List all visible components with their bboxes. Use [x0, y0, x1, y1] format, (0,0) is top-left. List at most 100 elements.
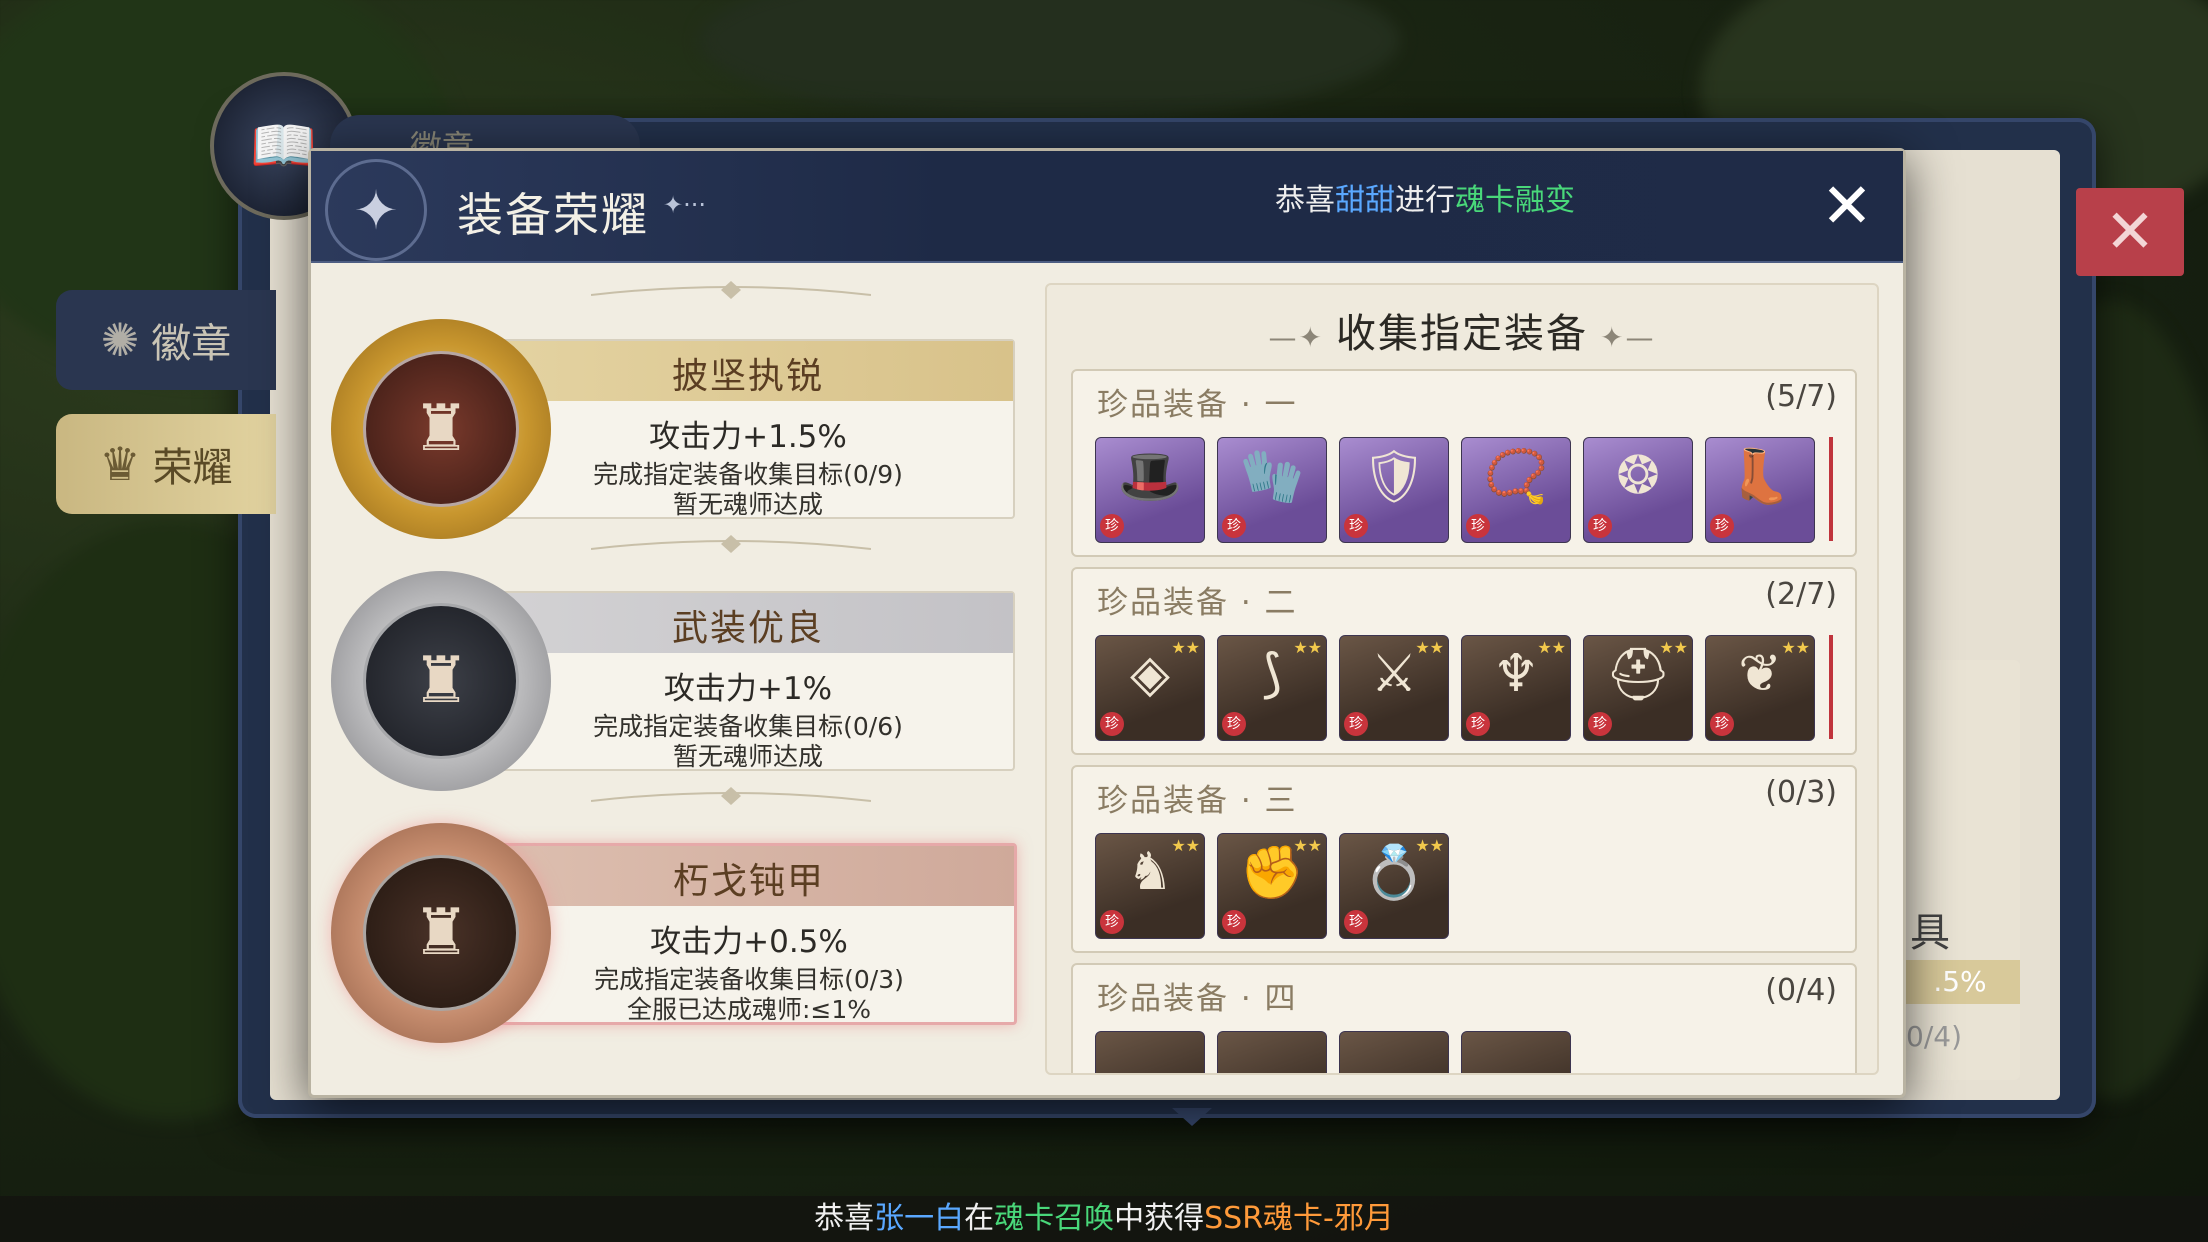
rare-tag: 珍: [1222, 910, 1246, 934]
item-row: ★★ ◈ 珍 ★★ ⟆ 珍 ★★ ⚔ 珍 ★★ ♆ 珍 ★★ ⛑ 珍 ★★ ❦ 珍: [1095, 635, 1815, 741]
side-tab-badge[interactable]: ✺ 徽章: [56, 290, 276, 390]
notice-action: 进行: [1395, 183, 1455, 218]
tier-bonus: 攻击力+1%: [663, 671, 833, 707]
broadcast-banner: 恭喜张一白在魂卡召唤中获得SSR魂卡-邪月: [0, 1196, 2208, 1242]
equipment-set: 珍品装备 · 三 (0/3) ★★ ♞ 珍 ★★ ✊ 珍 ★★ 💍 珍: [1071, 765, 1857, 953]
modal-title: 装备荣耀: [457, 188, 649, 242]
tier-card: 披坚执锐 攻击力+1.5% 完成指定装备收集目标(0/9) 暂无魂师达成: [481, 339, 1015, 519]
set-name: 珍品装备 · 四: [1097, 981, 1298, 1017]
tier-name: 朽戈钝甲: [672, 861, 825, 902]
rare-tag: 珍: [1100, 712, 1124, 736]
rare-tag: 珍: [1588, 712, 1612, 736]
equipment-set: 珍品装备 · 二 (2/7) ★★ ◈ 珍 ★★ ⟆ 珍 ★★ ⚔ 珍 ★★ ♆ 珍 ★★ ⛑ 珍 …: [1071, 567, 1857, 755]
bracer-icon: ⟆: [1261, 644, 1283, 704]
tier-divider: [591, 535, 871, 553]
set-count: (0/4): [1765, 973, 1837, 1008]
equipment-item[interactable]: [1339, 1031, 1449, 1073]
tier-divider: [591, 787, 871, 805]
medal-emblem-icon: ♜: [363, 603, 519, 759]
tier-bonus: 攻击力+1.5%: [649, 419, 847, 455]
tier-divider: [591, 281, 871, 299]
notice-player: 甜甜: [1335, 183, 1395, 218]
broadcast-at: 在: [964, 1201, 995, 1236]
helmet-item[interactable]: ★★ ⛑ 珍: [1583, 635, 1693, 741]
necklace-item[interactable]: 📿 珍: [1461, 437, 1571, 543]
broadcast-player: 张一白: [874, 1201, 965, 1236]
rare-tag: 珍: [1710, 712, 1734, 736]
item-row: ★★ ♞ 珍 ★★ ✊ 珍 ★★ 💍 珍: [1095, 833, 1449, 939]
close-icon[interactable]: ✕: [1815, 169, 1879, 242]
gloves-item[interactable]: 🧤 珍: [1217, 437, 1327, 543]
broadcast-got: 中获得: [1114, 1201, 1205, 1236]
background-page-peek: 具 .5% 0/4): [1900, 660, 2020, 1080]
side-tab-honor[interactable]: ♛ 荣耀: [56, 414, 276, 514]
armor-item[interactable]: 🛡 珍: [1339, 437, 1449, 543]
side-tab-badge-label: 徽章: [151, 321, 232, 367]
helmet-icon: ⛑: [1604, 645, 1671, 705]
equipment-item[interactable]: [1461, 1031, 1571, 1073]
set-count: (2/7): [1765, 577, 1837, 612]
mask-icon: ◈: [1130, 644, 1170, 704]
tier-name: 武装优良: [671, 608, 824, 649]
trophy-icon: ♛: [99, 437, 141, 491]
ring-icon: 💍: [1361, 843, 1427, 903]
collection-panel[interactable]: —✦ 收集指定装备 ✦— 珍品装备 · 一 (5/7) 🎩 珍 🧤 珍 🛡 珍 📿 珍 ❂ 珍…: [1045, 283, 1879, 1075]
tier-status: 全服已达成魂师:≤1%: [626, 995, 872, 1024]
set-count: (0/3): [1765, 775, 1837, 810]
set-name: 珍品装备 · 二: [1097, 585, 1298, 621]
rare-tag: 珍: [1344, 514, 1368, 538]
broadcast-event: 魂卡召唤: [994, 1201, 1115, 1236]
emerald-shield-icon: ❂: [1616, 446, 1660, 506]
peek-percent: .5%: [1900, 960, 2020, 1004]
horn-item[interactable]: ★★ ♆ 珍: [1461, 635, 1571, 741]
rare-tag: 珍: [1466, 514, 1490, 538]
necklace-icon: 📿: [1483, 447, 1549, 507]
boots-icon: 👢: [1727, 447, 1793, 507]
title-ornament: ✦···: [663, 191, 706, 219]
badge-icon: ✺: [100, 313, 140, 367]
collection-title-row: —✦ 收集指定装备 ✦—: [1047, 301, 1877, 359]
tier-bonus: 攻击力+0.5%: [650, 924, 848, 960]
equipment-honor-modal: ✦ 装备荣耀 ✦··· 恭喜甜甜进行魂卡融变 ✕ 披坚执锐 攻击力+1.5% 完…: [308, 148, 1906, 1098]
wing-icon: ❦: [1738, 644, 1782, 704]
rare-tag: 珍: [1710, 514, 1734, 538]
notice-prefix: 恭喜: [1275, 183, 1335, 218]
equipment-item[interactable]: [1095, 1031, 1205, 1073]
item-row: 🎩 珍 🧤 珍 🛡 珍 📿 珍 ❂ 珍 👢 珍: [1095, 437, 1815, 543]
rare-tag: 珍: [1222, 514, 1246, 538]
shield-item[interactable]: ❂ 珍: [1583, 437, 1693, 543]
rare-tag: 珍: [1466, 712, 1490, 736]
equipment-set: 珍品装备 · 一 (5/7) 🎩 珍 🧤 珍 🛡 珍 📿 珍 ❂ 珍 👢 珍: [1071, 369, 1857, 557]
tier-bronze: 朽戈钝甲 攻击力+0.5% 完成指定装备收集目标(0/3) 全服已达成魂师:≤1…: [331, 823, 1017, 1043]
gold-medal-icon: ♜: [331, 319, 551, 539]
title-ornament-right: ✦—: [1600, 321, 1656, 354]
background-close-icon[interactable]: ✕: [2076, 188, 2184, 276]
notice-event: 魂卡融变: [1455, 183, 1575, 218]
rare-tag: 珍: [1222, 712, 1246, 736]
item-row: [1095, 1031, 1571, 1073]
blade-item[interactable]: ★★ ⚔ 珍: [1339, 635, 1449, 741]
silver-medal-icon: ♜: [331, 571, 551, 791]
bronze-medal-icon: ♜: [331, 823, 551, 1043]
medal-emblem-icon: ♜: [363, 351, 519, 507]
hat-icon: 🎩: [1117, 447, 1183, 507]
cloak-item[interactable]: ★★ ♞ 珍: [1095, 833, 1205, 939]
wing-item[interactable]: ★★ ❦ 珍: [1705, 635, 1815, 741]
book-spine-ornament: [1172, 1108, 1212, 1126]
set-name: 珍品装备 · 三: [1097, 783, 1298, 819]
title-ornament-left: —✦: [1268, 321, 1324, 354]
medal-emblem-icon: ♜: [363, 855, 519, 1011]
gauntlet-item[interactable]: ★★ ✊ 珍: [1217, 833, 1327, 939]
hat-item[interactable]: 🎩 珍: [1095, 437, 1205, 543]
tier-gold: 披坚执锐 攻击力+1.5% 完成指定装备收集目标(0/9) 暂无魂师达成 ♜: [331, 319, 1015, 539]
boots-item[interactable]: 👢 珍: [1705, 437, 1815, 543]
bracer-item[interactable]: ★★ ⟆ 珍: [1217, 635, 1327, 741]
rare-tag: 珍: [1344, 712, 1368, 736]
mask-item[interactable]: ★★ ◈ 珍: [1095, 635, 1205, 741]
collection-title: 收集指定装备: [1336, 311, 1588, 357]
peek-text: 具: [1910, 910, 1950, 956]
tier-card: 武装优良 攻击力+1% 完成指定装备收集目标(0/6) 暂无魂师达成: [481, 591, 1015, 771]
tier-card: 朽戈钝甲 攻击力+0.5% 完成指定装备收集目标(0/3) 全服已达成魂师:≤1…: [481, 843, 1017, 1025]
ring-item[interactable]: ★★ 💍 珍: [1339, 833, 1449, 939]
equipment-item[interactable]: [1217, 1031, 1327, 1073]
